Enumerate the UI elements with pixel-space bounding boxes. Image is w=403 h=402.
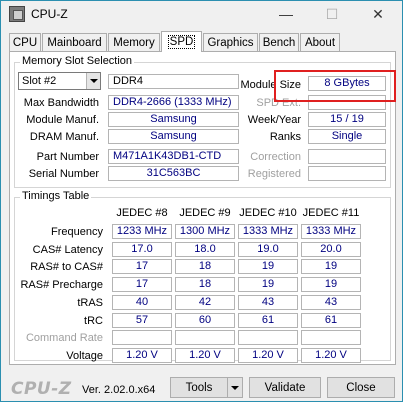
tab-memory[interactable]: Memory	[108, 33, 160, 51]
timing-cell: 19	[301, 259, 361, 274]
column-header: JEDEC #9	[179, 207, 231, 219]
timing-cell: 1.20 V	[112, 348, 172, 363]
tab-label: Mainboard	[47, 36, 102, 49]
timing-cell: 42	[175, 295, 235, 310]
cpu-z-app-icon	[9, 6, 25, 22]
timing-cell: 19	[301, 277, 361, 292]
slot-select[interactable]: Slot #2	[18, 72, 101, 90]
timing-cell: 1.20 V	[301, 348, 361, 363]
timing-cell	[112, 330, 172, 345]
timing-cell: 19.0	[238, 242, 298, 257]
part-number-field: M471A1K43DB1-CTD	[108, 149, 239, 164]
timing-cell: 1333 MHz	[238, 224, 298, 239]
timing-cell: 20.0	[301, 242, 361, 257]
tab-label: CPU	[12, 36, 38, 49]
cpu-z-logo: CPU-Z	[11, 379, 72, 399]
timing-cell: 1.20 V	[175, 348, 235, 363]
timing-row-label: Frequency	[51, 226, 103, 238]
part-number-label: Part Number	[36, 151, 99, 163]
validate-button[interactable]: Validate	[249, 377, 321, 398]
week-year-field: 15 / 19	[308, 112, 386, 127]
timing-cell: 17	[112, 277, 172, 292]
timing-cell: 60	[175, 313, 235, 328]
timing-cell: 1233 MHz	[112, 224, 172, 239]
column-header: JEDEC #11	[302, 207, 360, 219]
timing-cell: 57	[112, 313, 172, 328]
tab-label: About	[304, 36, 336, 49]
timing-cell	[175, 330, 235, 345]
registered-field	[308, 166, 386, 181]
minimize-button[interactable]: —	[263, 1, 309, 27]
slot-select-value: Slot #2	[22, 75, 57, 87]
timing-cell: 1300 MHz	[175, 224, 235, 239]
timing-row-label: tRAS	[77, 297, 103, 309]
tab-label: Graphics	[207, 36, 254, 49]
tab-cpu[interactable]: CPU	[9, 33, 41, 51]
tab-label: Memory	[113, 36, 155, 49]
tab-graphics[interactable]: Graphics	[203, 33, 258, 51]
timing-cell: 17.0	[112, 242, 172, 257]
serial-number-label: Serial Number	[28, 168, 99, 180]
timing-cell	[301, 330, 361, 345]
close-button[interactable]: Close	[327, 377, 395, 398]
ranks-field: Single	[308, 129, 386, 144]
timing-row-label: RAS# to CAS#	[30, 261, 103, 273]
tab-bench[interactable]: Bench	[259, 33, 299, 51]
timing-cell: 61	[238, 313, 298, 328]
timing-cell: 43	[301, 295, 361, 310]
dram-manuf-field: Samsung	[108, 129, 239, 144]
timing-cell: 1333 MHz	[301, 224, 361, 239]
timings-table-group: Timings Table JEDEC #8 JEDEC #9 JEDEC #1…	[14, 190, 391, 363]
timing-cell	[238, 330, 298, 345]
timing-cell: 40	[112, 295, 172, 310]
timings-table-group-title: Timings Table	[20, 190, 92, 202]
dram-manuf-label: DRAM Manuf.	[29, 131, 99, 143]
timing-cell: 18.0	[175, 242, 235, 257]
max-bandwidth-label: Max Bandwidth	[23, 97, 99, 109]
timing-row-label: Voltage	[66, 350, 103, 362]
close-window-button[interactable]: ✕	[355, 1, 401, 27]
spd-tab-panel: Memory Slot Selection Slot #2 DDR4 Max B…	[9, 51, 396, 365]
timing-cell: 17	[112, 259, 172, 274]
timing-row-label: CAS# Latency	[32, 244, 103, 256]
cpu-z-window: CPU-Z — ☐ ✕ CPU Mainboard Memory SPD Gra…	[0, 0, 403, 402]
tab-label: SPD	[167, 35, 196, 49]
timing-cell: 1.20 V	[238, 348, 298, 363]
tools-dropdown-button[interactable]	[227, 377, 243, 398]
version-label: Ver. 2.02.0.x64	[82, 384, 156, 396]
serial-number-field: 31C563BC	[108, 166, 239, 181]
timing-row-label: Command Rate	[25, 332, 103, 344]
tab-about[interactable]: About	[300, 33, 340, 51]
title-bar[interactable]: CPU-Z — ☐ ✕	[1, 1, 402, 27]
column-header: JEDEC #10	[239, 207, 297, 219]
module-manuf-label: Module Manuf.	[26, 114, 99, 126]
module-type-field: DDR4	[108, 74, 239, 89]
module-manuf-field: Samsung	[108, 112, 239, 127]
week-year-label: Week/Year	[247, 114, 301, 126]
timing-cell: 19	[238, 277, 298, 292]
highlight-annotation-box	[274, 70, 396, 102]
timing-cell: 18	[175, 259, 235, 274]
tab-mainboard[interactable]: Mainboard	[42, 33, 107, 51]
tab-spd[interactable]: SPD	[161, 31, 202, 52]
correction-field	[308, 149, 386, 164]
correction-label: Correction	[250, 151, 301, 163]
registered-label: Registered	[247, 168, 301, 180]
tools-button[interactable]: Tools	[170, 377, 228, 398]
chevron-down-icon	[86, 73, 100, 89]
timing-row-label: tRC	[84, 315, 103, 327]
memory-slot-group-title: Memory Slot Selection	[20, 55, 135, 67]
column-header: JEDEC #8	[116, 207, 168, 219]
timing-row-label: RAS# Precharge	[20, 279, 103, 291]
maximize-button[interactable]: ☐	[309, 1, 355, 27]
tab-label: Bench	[262, 36, 296, 49]
timing-cell: 43	[238, 295, 298, 310]
timing-cell: 18	[175, 277, 235, 292]
window-title: CPU-Z	[31, 7, 68, 21]
max-bandwidth-field: DDR4-2666 (1333 MHz)	[108, 95, 239, 110]
timing-cell: 19	[238, 259, 298, 274]
ranks-label: Ranks	[269, 131, 301, 143]
timing-cell: 61	[301, 313, 361, 328]
